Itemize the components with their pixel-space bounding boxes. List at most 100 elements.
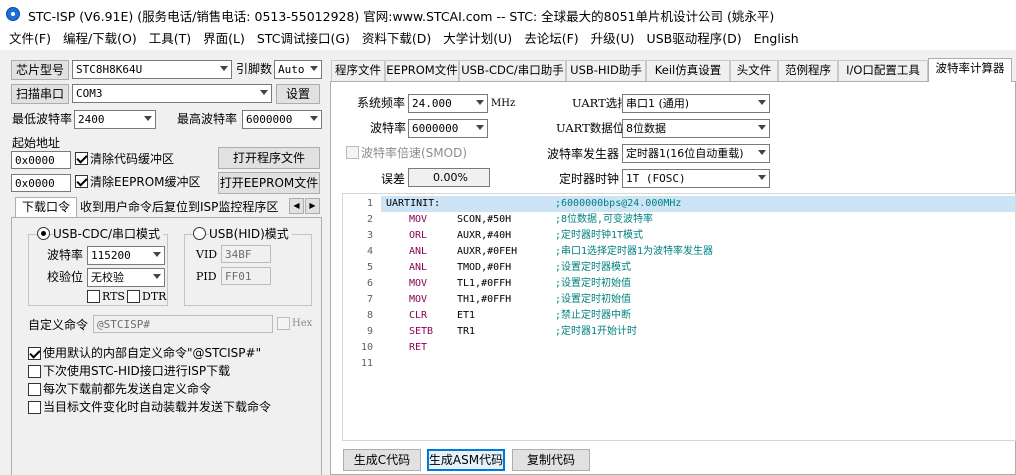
line-number: 2 <box>366 214 373 225</box>
auto-reload-label: 当目标文件变化时自动装载并发送下载命令 <box>43 400 272 414</box>
port-select[interactable]: COM3 <box>72 84 272 103</box>
code-args: AUXR,#40H <box>457 230 512 241</box>
title-bar: STC-ISP (V6.91E) (服务电话/销售电话: 0513-550129… <box>0 0 1016 28</box>
chevron-down-icon <box>260 90 268 95</box>
menu-program[interactable]: 编程/下载(O) <box>58 29 142 49</box>
tab-baud-calculator[interactable]: 波特率计算器 <box>928 58 1012 82</box>
eeprom-address-input[interactable]: 0x0000 <box>11 174 71 192</box>
chip-model-button[interactable]: 芯片型号 <box>11 60 69 80</box>
code-op: ANL <box>409 246 428 257</box>
smod-checkbox[interactable] <box>346 146 359 159</box>
code-comment: ;定时器时钟1T模式 <box>555 230 644 241</box>
menu-usb-driver[interactable]: USB驱动程序(D) <box>642 29 747 49</box>
window-title: STC-ISP (V6.91E) (服务电话/销售电话: 0513-550129… <box>28 9 775 24</box>
code-args: TL1,#0FFH <box>457 278 512 289</box>
auto-reload-checkbox[interactable] <box>28 401 41 414</box>
parity-select[interactable]: 无校验 <box>87 268 165 287</box>
menu-english[interactable]: English <box>749 29 804 49</box>
uart-data-bits-select[interactable]: 8位数据 <box>622 119 770 138</box>
usb-cdc-radio[interactable] <box>37 227 50 240</box>
menu-downloads[interactable]: 资料下载(D) <box>357 29 436 49</box>
code-comment: ;禁止定时器中断 <box>555 310 632 321</box>
usb-hid-radio[interactable] <box>193 227 206 240</box>
baud-generator-select[interactable]: 定时器1(16位自动重载) <box>622 144 770 163</box>
baud-select[interactable]: 115200 <box>87 246 165 265</box>
timer-clock-value: 1T (FOSC) <box>626 172 686 185</box>
tab-program-file[interactable]: 程序文件 <box>331 60 385 81</box>
min-baud-select[interactable]: 2400 <box>74 110 156 129</box>
chip-model-select[interactable]: STC8H8K64U <box>72 60 232 79</box>
code-comment: ;定时器1开始计时 <box>555 326 638 337</box>
tab-eeprom-file[interactable]: EEPROM文件 <box>385 60 459 81</box>
dtr-checkbox[interactable] <box>127 290 140 303</box>
code-label: UARTINIT: <box>386 198 441 209</box>
menu-upgrade[interactable]: 升级(U) <box>586 29 640 49</box>
baud-label: 波特率 <box>47 248 84 262</box>
clear-code-checkbox[interactable] <box>75 152 88 165</box>
open-eeprom-file-button[interactable]: 打开EEPROM文件 <box>218 172 320 194</box>
tab-download-password[interactable]: 下载口令 <box>15 197 77 217</box>
option-tabs: 下载口令 收到用户命令后复位到ISP监控程序区 ◀ ▶ <box>11 197 322 217</box>
tab-examples[interactable]: 范例程序 <box>778 60 838 81</box>
custom-command-input[interactable]: @STCISP# <box>93 315 273 333</box>
send-before-download-checkbox[interactable] <box>28 383 41 396</box>
timer-clock-select[interactable]: 1T (FOSC) <box>622 169 770 188</box>
tab-header-file[interactable]: 头文件 <box>730 60 778 81</box>
tab-reset-isp[interactable]: 收到用户命令后复位到ISP监控程序区 <box>77 198 287 217</box>
tab-scroll-left-button[interactable]: ◀ <box>289 198 304 214</box>
menu-tools[interactable]: 工具(T) <box>144 29 196 49</box>
error-label: 误差 <box>381 172 406 186</box>
tab-uart-assistant[interactable]: USB-CDC/串口助手 <box>459 60 566 81</box>
system-frequency-value: 24.000 <box>412 97 452 110</box>
system-frequency-select[interactable]: 24.000 <box>408 94 488 113</box>
min-baud-value: 2400 <box>78 113 105 126</box>
settings-button[interactable]: 设置 <box>276 84 320 104</box>
code-comment: ;6000000bps@24.000MHz <box>555 198 682 209</box>
hex-checkbox[interactable] <box>277 317 290 330</box>
generate-c-code-button[interactable]: 生成C代码 <box>343 449 421 471</box>
line-number: 8 <box>366 310 373 321</box>
clear-eeprom-checkbox[interactable] <box>75 175 88 188</box>
send-before-download-label: 每次下载前都先发送自定义命令 <box>43 382 212 396</box>
chevron-down-icon <box>310 116 318 121</box>
vid-label: VID <box>196 248 218 261</box>
code-op: SETB <box>409 326 434 337</box>
tab-scroll-right-button[interactable]: ▶ <box>305 198 320 214</box>
default-command-checkbox[interactable] <box>28 347 41 360</box>
code-editor[interactable]: 1 UARTINIT: ;6000000bps@24.000MHz 2 MOV … <box>342 193 1016 441</box>
generate-asm-code-button[interactable]: 生成ASM代码 <box>427 449 505 471</box>
chevron-down-icon <box>144 116 152 121</box>
pid-input[interactable]: FF01 <box>221 267 271 285</box>
menu-forum[interactable]: 去论坛(F) <box>519 29 583 49</box>
chevron-down-icon <box>476 125 484 130</box>
max-baud-select[interactable]: 6000000 <box>242 110 322 129</box>
scan-port-button[interactable]: 扫描串口 <box>11 84 69 104</box>
code-comment: ;设置定时初始值 <box>555 294 632 305</box>
pin-count-select[interactable]: Auto <box>274 60 322 79</box>
open-program-file-button[interactable]: 打开程序文件 <box>218 147 320 169</box>
tab-keil-settings[interactable]: Keil仿真设置 <box>646 60 730 81</box>
default-command-label: 使用默认的内部自定义命令"@STCISP#" <box>43 346 262 360</box>
parity-value: 无校验 <box>91 271 124 284</box>
current-line-highlight <box>381 196 1015 212</box>
tab-hid-assistant[interactable]: USB-HID助手 <box>566 60 646 81</box>
menu-interface[interactable]: 界面(L) <box>198 29 250 49</box>
code-op: MOV <box>409 278 428 289</box>
menu-debug[interactable]: STC调试接口(G) <box>252 29 355 49</box>
menu-university[interactable]: 大学计划(U) <box>438 29 517 49</box>
code-address-input[interactable]: 0x0000 <box>11 151 71 169</box>
vid-input[interactable]: 34BF <box>221 245 271 263</box>
hid-next-checkbox[interactable] <box>28 365 41 378</box>
code-op: CLR <box>409 310 428 321</box>
tab-io-config[interactable]: I/O口配置工具 <box>838 60 928 81</box>
menu-file[interactable]: 文件(F) <box>4 29 56 49</box>
menu-bar: 文件(F) 编程/下载(O) 工具(T) 界面(L) STC调试接口(G) 资料… <box>0 28 1016 50</box>
uart-select[interactable]: 串口1 (通用) <box>622 94 770 113</box>
rts-checkbox[interactable] <box>87 290 100 303</box>
baud-value: 115200 <box>91 249 131 262</box>
baud-rate-select[interactable]: 6000000 <box>408 119 488 138</box>
copy-code-button[interactable]: 复制代码 <box>512 449 590 471</box>
start-address-label: 起始地址 <box>12 136 61 150</box>
uart-select-label: UART选择 <box>572 96 629 110</box>
chevron-down-icon <box>758 150 766 155</box>
